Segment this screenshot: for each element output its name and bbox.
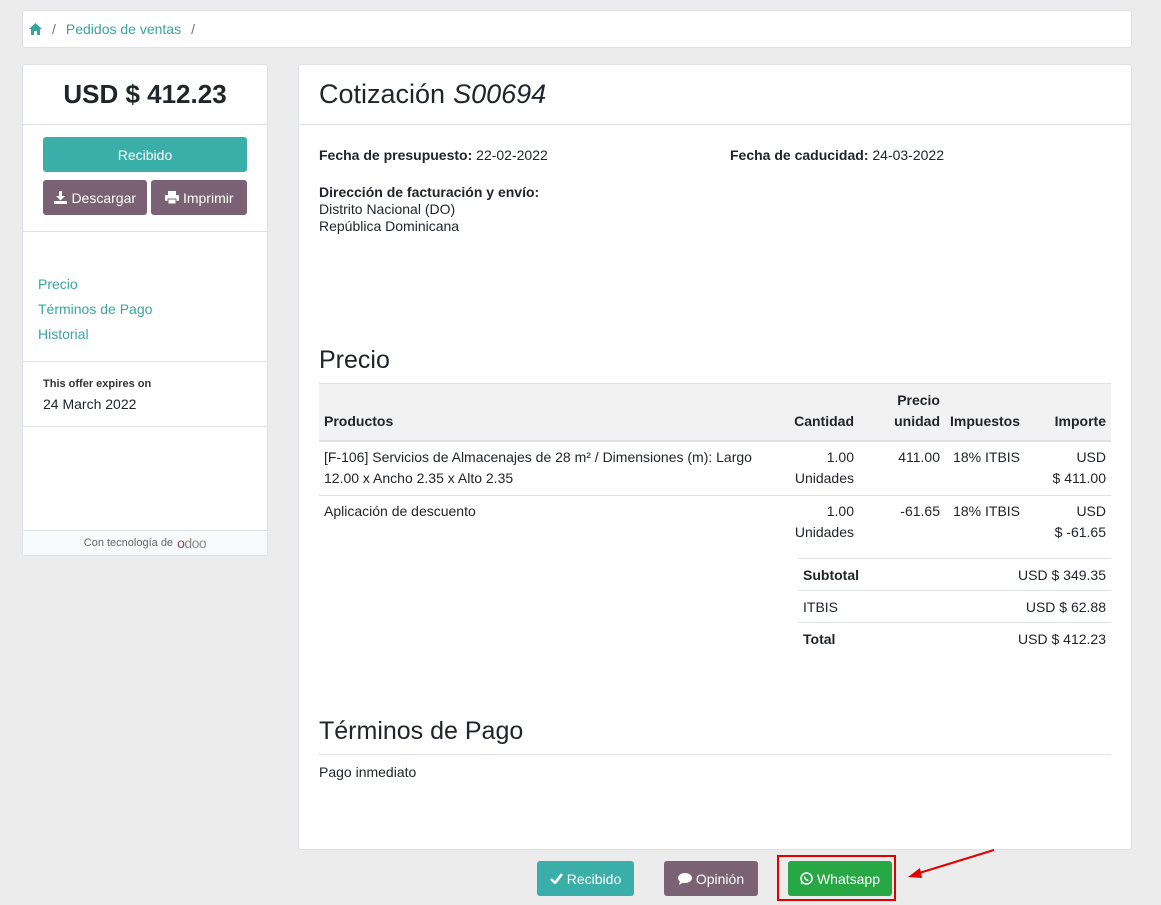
address-label-text: Dirección de facturación y envío: <box>319 184 540 200</box>
page-title: Cotización S00694 <box>299 65 1131 125</box>
address-line: República Dominicana <box>319 218 460 234</box>
download-icon <box>54 191 68 204</box>
uom-value: Unidades <box>794 470 854 486</box>
sidebar-amount: USD $ 412.23 <box>23 65 267 125</box>
tax-label: ITBIS <box>803 598 839 615</box>
sidebar-link-history[interactable]: Historial <box>38 322 252 347</box>
currency: USD <box>1076 503 1106 519</box>
col-unit-price-line: Precio <box>897 392 940 408</box>
quotation-number: S00694 <box>453 79 547 109</box>
address-block: Distrito Nacional (DO) República Dominic… <box>319 201 459 235</box>
total-value: USD $ 412.23 <box>1018 630 1106 647</box>
sidebar-nav: Precio Términos de Pago Historial <box>23 232 267 362</box>
col-amount: Importe <box>1025 383 1111 442</box>
breadcrumb: / Pedidos de ventas / <box>22 10 1132 48</box>
subtotal-row: Subtotal USD $ 349.35 <box>798 558 1111 590</box>
home-icon[interactable] <box>29 23 42 35</box>
breadcrumb-sales-orders[interactable]: Pedidos de ventas <box>66 21 181 37</box>
line-price: 411.00 <box>859 441 945 496</box>
line-amount: USD $ 411.00 <box>1025 441 1111 496</box>
download-button[interactable]: Descargar <box>43 180 148 215</box>
line-desc-text: 12.00 x Ancho 2.35 x Alto 2.35 <box>324 470 514 486</box>
amount-value: $ -61.65 <box>1054 524 1106 540</box>
expiry-date-value: 24-03-2022 <box>872 147 944 163</box>
sidebar: USD $ 412.23 Recibido Descargar Imprimir… <box>22 64 268 556</box>
col-taxes: Impuestos <box>945 383 1026 442</box>
table-row: [F-106] Servicios de Almacenajes de 28 m… <box>319 441 1111 496</box>
accept-button[interactable]: Recibido <box>43 137 247 172</box>
print-label: Imprimir <box>182 189 234 206</box>
print-button[interactable]: Imprimir <box>151 180 247 215</box>
check-icon <box>549 873 563 884</box>
subtotal-value: USD $ 349.35 <box>1018 566 1106 583</box>
quotation-card: Cotización S00694 Fecha de presupuesto: … <box>298 64 1132 850</box>
sidebar-link-payment-terms[interactable]: Términos de Pago <box>38 297 252 322</box>
feedback-label: Opinión <box>695 870 745 887</box>
sidebar-link-price[interactable]: Precio <box>38 272 252 297</box>
table-header: Productos Cantidad Precio unidad Impuest… <box>319 383 1111 442</box>
comment-icon <box>677 872 692 885</box>
tax-row: ITBIS USD $ 62.88 <box>798 590 1111 622</box>
line-description: Aplicación de descuento <box>319 496 789 550</box>
currency: USD <box>1076 449 1106 465</box>
qty-value: 1.00 <box>826 449 854 465</box>
expiry-date-label: Fecha de caducidad: <box>730 147 869 163</box>
price-heading: Precio <box>319 346 390 374</box>
feedback-button[interactable]: Opinión <box>664 861 758 896</box>
subtotal-label: Subtotal <box>803 566 859 583</box>
line-price: -61.65 <box>900 503 940 519</box>
download-label: Descargar <box>71 189 137 206</box>
expiry-date: Fecha de caducidad: 24-03-2022 <box>730 147 944 163</box>
breadcrumb-separator: / <box>191 21 195 37</box>
sidebar-actions: Recibido Descargar Imprimir <box>23 125 267 232</box>
tax-value: USD $ 62.88 <box>1025 598 1106 615</box>
title-label: Cotización <box>319 79 446 109</box>
uom-value: Unidades <box>794 524 854 540</box>
odoo-logo[interactable]: odoo <box>177 535 207 551</box>
col-unit-price: Precio unidad <box>859 383 945 442</box>
arrow-annotation-icon <box>908 849 995 878</box>
amount-value: $ 411.00 <box>1052 470 1106 486</box>
qty-value: 1.00 <box>826 503 854 519</box>
breadcrumb-separator: / <box>52 21 56 37</box>
divider <box>319 754 1111 755</box>
quote-date-label: Fecha de presupuesto: <box>319 147 473 163</box>
line-tax: 18% ITBIS <box>945 441 1026 496</box>
bottom-accept-label: Recibido <box>566 870 622 887</box>
line-amount: USD $ -61.65 <box>1025 496 1111 550</box>
bottom-accept-button[interactable]: Recibido <box>537 861 634 896</box>
payment-terms-text: Pago inmediato <box>319 764 417 780</box>
line-description: [F-106] Servicios de Almacenajes de 28 m… <box>319 441 789 496</box>
expiry-value: 24 March 2022 <box>43 396 137 412</box>
powered-by-label: Con tecnología de <box>83 537 174 549</box>
line-tax: 18% ITBIS <box>953 503 1021 519</box>
line-desc-text: [F-106] Servicios de Almacenajes de 28 m… <box>324 449 752 465</box>
line-qty: 1.00 Unidades <box>789 496 859 550</box>
powered-by: Con tecnología de odoo <box>23 530 267 555</box>
table-row: Aplicación de descuento 1.00 Unidades -6… <box>319 496 1111 550</box>
payment-terms-heading: Términos de Pago <box>319 717 524 745</box>
total-label: Total <box>803 630 836 647</box>
line-desc-text: Aplicación de descuento <box>324 503 476 519</box>
quote-date-value: 22-02-2022 <box>476 147 548 163</box>
col-products: Productos <box>319 383 789 442</box>
print-icon <box>164 191 179 204</box>
address-line: Distrito Nacional (DO) <box>319 201 456 217</box>
col-unit-price-line: unidad <box>894 413 940 429</box>
quote-date: Fecha de presupuesto: 22-02-2022 <box>319 147 548 163</box>
col-qty: Cantidad <box>789 383 859 442</box>
total-row: Total USD $ 412.23 <box>798 622 1111 654</box>
expiry-label: This offer expires on <box>43 378 152 390</box>
order-lines-table: Productos Cantidad Precio unidad Impuest… <box>319 383 1111 549</box>
offer-expiry: This offer expires on 24 March 2022 <box>23 362 267 427</box>
totals-table: Subtotal USD $ 349.35 ITBIS USD $ 62.88 … <box>798 558 1111 654</box>
highlight-box <box>777 855 896 901</box>
address-label: Dirección de facturación y envío: <box>319 184 539 200</box>
line-qty: 1.00 Unidades <box>789 441 859 496</box>
